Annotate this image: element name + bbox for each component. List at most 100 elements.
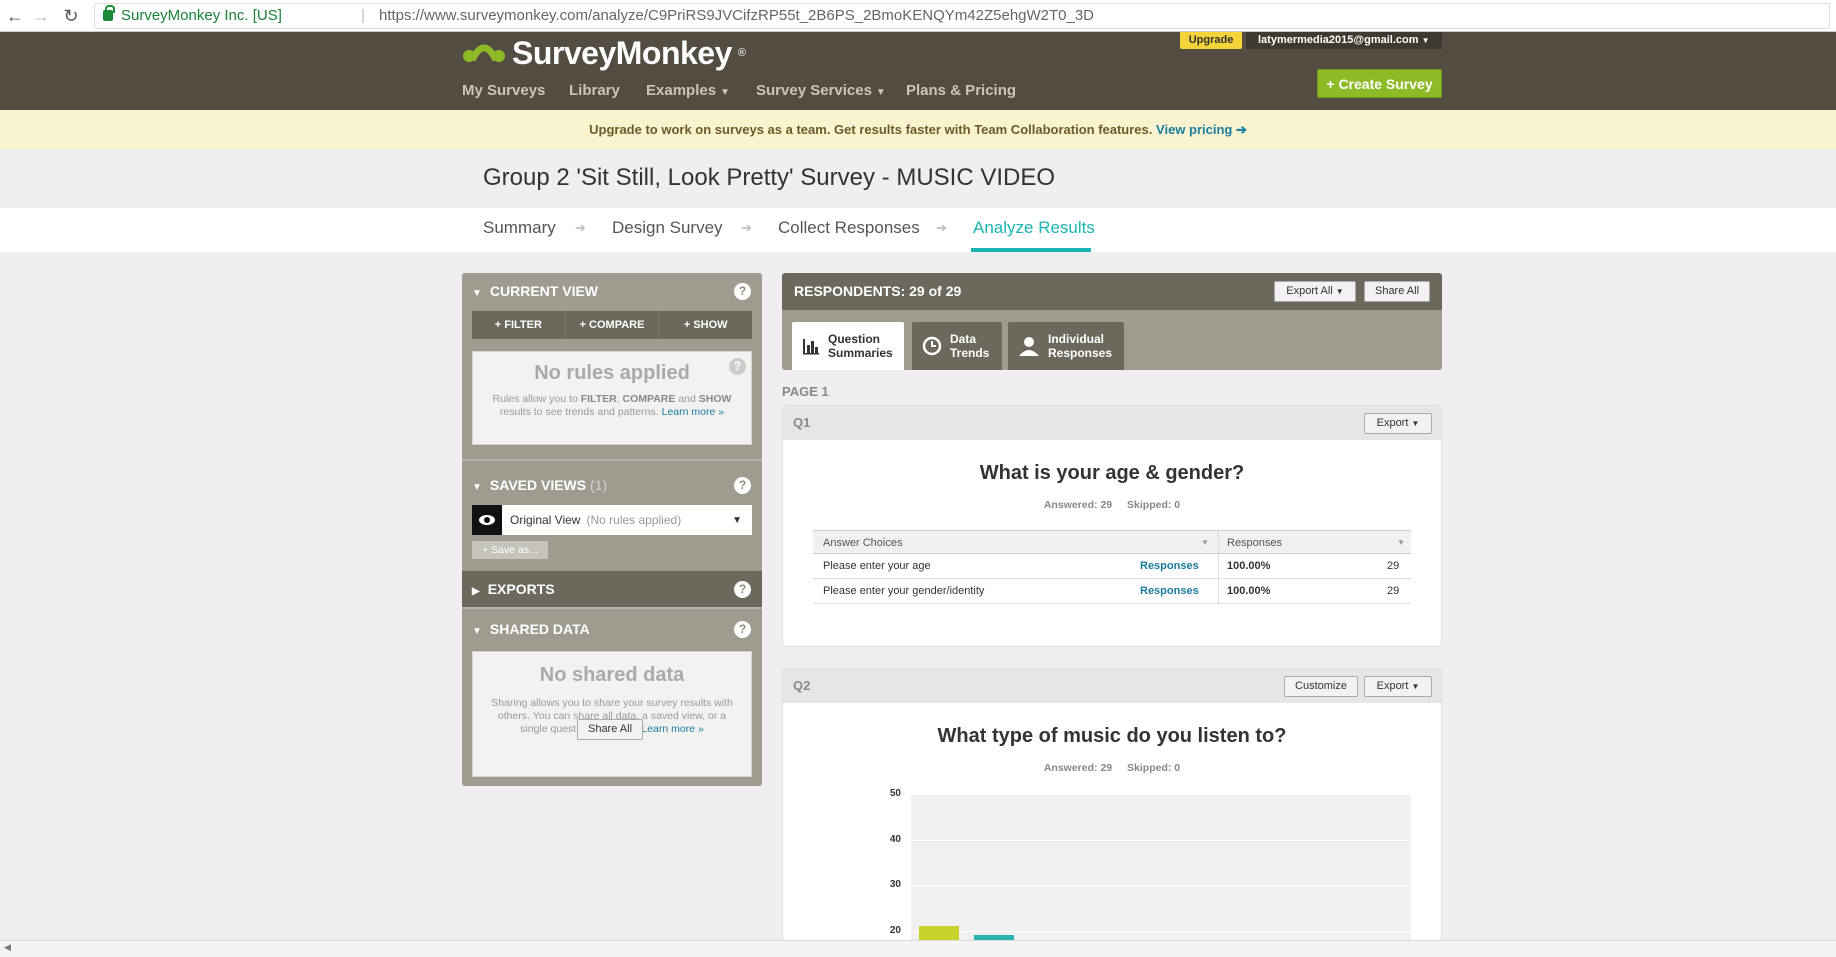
responses-link[interactable]: Responses (1140, 579, 1199, 603)
sort-icon[interactable]: ▼ (1397, 531, 1405, 555)
saved-views-header[interactable]: ▼ SAVED VIEWS (1) ? (462, 467, 762, 503)
text: Sharing allows you to share your survey … (491, 697, 733, 709)
skipped-count: Skipped: 0 (1127, 499, 1181, 511)
page-label: PAGE 1 (782, 384, 829, 399)
nav-library[interactable]: Library (569, 82, 620, 99)
address-bar[interactable]: SurveyMonkey Inc. [US] | https://www.sur… (94, 3, 1830, 29)
chart-plot-area (911, 794, 1411, 949)
column-divider (1218, 579, 1219, 603)
active-step-indicator (971, 248, 1091, 252)
create-survey-button[interactable]: + Create Survey (1317, 69, 1442, 98)
divider (462, 607, 762, 609)
lock-icon (103, 5, 115, 21)
respondents-header: RESPONDENTS: 29 of 29 Export All ▼ Share… (782, 273, 1442, 310)
learn-more-link[interactable]: Learn more » (641, 723, 703, 735)
share-all-button[interactable]: Share All (577, 719, 643, 740)
share-all-button[interactable]: Share All (1364, 281, 1430, 302)
text: and (678, 393, 696, 405)
learn-more-link[interactable]: Learn more » (662, 406, 724, 418)
text: Summaries (828, 346, 893, 360)
back-icon[interactable]: ← (4, 5, 26, 27)
nav-label: Survey Services (756, 82, 872, 99)
chevron-down-icon: ▼ (732, 514, 742, 526)
section-heading: SAVED VIEWS (489, 477, 587, 493)
upgrade-banner: Upgrade to work on surveys as a team. Ge… (0, 110, 1836, 149)
forward-icon[interactable]: → (30, 5, 52, 27)
filter-button[interactable]: + FILTER (472, 311, 565, 339)
nav-my-surveys[interactable]: My Surveys (462, 82, 545, 99)
table-row: Please enter your gender/identity Respon… (813, 579, 1411, 604)
arrow-right-icon: ➔ (741, 220, 752, 235)
response-count: 29 (1387, 585, 1400, 597)
chevron-down-icon: ▼ (1411, 682, 1420, 691)
exports-header[interactable]: ▶ EXPORTS ? (462, 571, 762, 607)
step-analyze-results[interactable]: Analyze Results (973, 218, 1095, 238)
question-title: What is your age & gender? (979, 462, 1245, 484)
question-number-label: Q2 (793, 678, 811, 693)
shared-data-header[interactable]: ▼ SHARED DATA ? (462, 611, 762, 647)
current-view-header[interactable]: ▼ CURRENT VIEW ? (462, 273, 762, 309)
tab-data-trends[interactable]: Data Trends (912, 322, 1002, 370)
step-summary[interactable]: Summary (483, 218, 556, 238)
responses-link[interactable]: Responses (1140, 554, 1199, 578)
compare-button[interactable]: + COMPARE (565, 311, 659, 339)
help-icon[interactable]: ? (734, 621, 751, 638)
responses-table: Answer Choices ▼ Responses ▼ Please ente… (813, 530, 1411, 604)
help-icon[interactable]: ? (734, 283, 751, 300)
table-row: Please enter your age Responses 100.00% … (813, 554, 1411, 579)
horizontal-scrollbar[interactable]: ◀ (0, 940, 1836, 957)
nav-survey-services[interactable]: Survey Services ▼ (756, 82, 886, 99)
saved-view-select[interactable]: Original View (No rules applied) ▼ (472, 505, 752, 535)
sort-icon[interactable]: ▼ (1201, 531, 1209, 555)
banner-text: Upgrade to work on surveys as a team. Ge… (589, 122, 1153, 137)
column-header-responses[interactable]: Responses (1227, 531, 1282, 555)
nav-plans-pricing[interactable]: Plans & Pricing (906, 82, 1016, 99)
help-icon[interactable]: ? (729, 358, 746, 375)
answer-choice: Please enter your age (823, 560, 931, 572)
upgrade-button[interactable]: Upgrade (1180, 32, 1242, 49)
export-button[interactable]: Export ▼ (1364, 413, 1432, 434)
url-text[interactable]: https://www.surveymonkey.com/analyze/C9P… (379, 4, 1094, 28)
save-as-button[interactable]: + Save as... (472, 541, 548, 559)
response-percent: 100.00% (1227, 560, 1271, 572)
export-button[interactable]: Export ▼ (1364, 676, 1432, 697)
no-shared-data-card: No shared data Sharing allows you to sha… (472, 651, 752, 777)
site-identity: SurveyMonkey Inc. [US] (121, 7, 282, 24)
chevron-down-icon: ▼ (1421, 36, 1430, 45)
question-number-label: Q1 (793, 415, 811, 430)
bar-chart-icon (803, 339, 819, 355)
tab-individual-responses[interactable]: Individual Responses (1008, 322, 1124, 370)
music-type-bar-chart: 50 40 30 20 (890, 788, 1411, 957)
help-icon[interactable]: ? (734, 477, 751, 494)
scroll-left-icon[interactable]: ◀ (4, 942, 11, 953)
no-shared-data-title: No shared data (539, 664, 685, 686)
column-header-answer-choices[interactable]: Answer Choices (823, 531, 902, 555)
text: Question (828, 332, 881, 346)
step-collect-responses[interactable]: Collect Responses (778, 218, 920, 238)
site-header: SurveyMonkey ® My Surveys Library Exampl… (0, 32, 1836, 110)
nav-label: Examples (646, 82, 717, 99)
help-icon[interactable]: ? (734, 581, 751, 598)
clock-icon (922, 336, 942, 356)
nav-examples[interactable]: Examples ▼ (646, 82, 730, 99)
question-number: Q2 Customize Export ▼ (783, 669, 1441, 703)
no-rules-card: ? No rules applied Rules allow you to FI… (472, 351, 752, 445)
text: Trends (950, 346, 990, 360)
export-all-button[interactable]: Export All ▼ (1274, 281, 1356, 302)
url-separator: | (361, 7, 365, 24)
tab-question-summaries[interactable]: Question Summaries (792, 322, 904, 370)
customize-button[interactable]: Customize (1284, 676, 1358, 697)
column-divider (1218, 531, 1219, 553)
view-pricing-link[interactable]: View pricing ➔ (1156, 122, 1247, 137)
account-menu[interactable]: latymermedia2015@gmail.com ▼ (1246, 32, 1442, 49)
question-number: Q1 Export ▼ (783, 406, 1441, 440)
reload-icon[interactable]: ↻ (60, 5, 82, 27)
step-design-survey[interactable]: Design Survey (612, 218, 723, 238)
question-card-q1: Q1 Export ▼ What is your age & gender? A… (782, 405, 1442, 647)
section-heading: EXPORTS (487, 581, 555, 597)
show-button[interactable]: + SHOW (659, 311, 753, 339)
triangle-down-icon: ▼ (472, 482, 482, 493)
nav-label: Plans & Pricing (906, 82, 1017, 99)
surveymonkey-logo[interactable]: SurveyMonkey ® (462, 35, 746, 71)
selected-view-note: (No rules applied) (586, 513, 682, 527)
